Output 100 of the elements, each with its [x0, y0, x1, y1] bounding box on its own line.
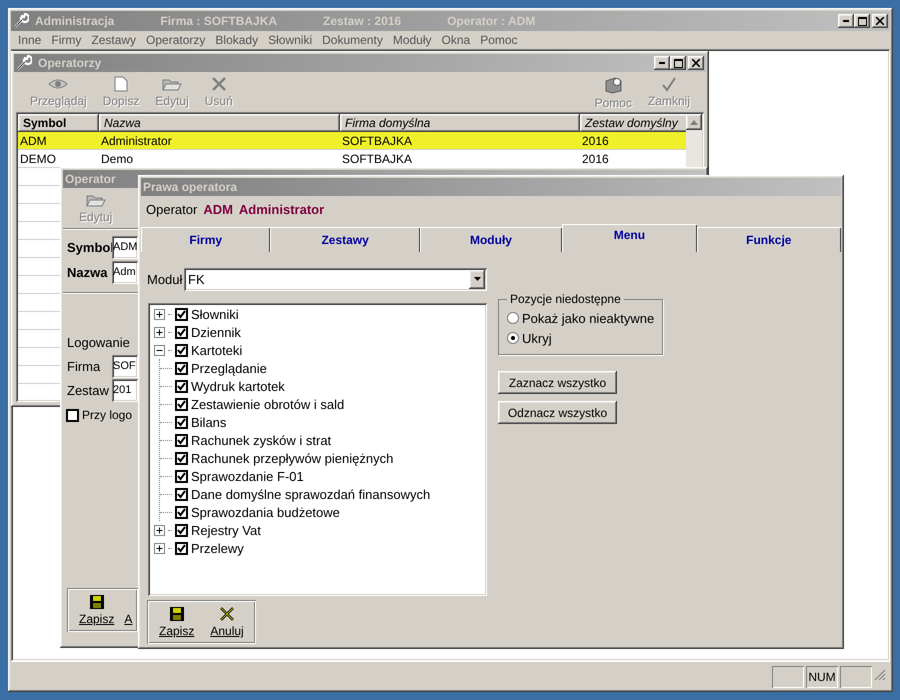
expand-toggle[interactable] [154, 326, 165, 338]
minimize-button[interactable] [654, 56, 670, 70]
tree-item-label[interactable]: Rejestry Vat [191, 522, 261, 538]
checkbox[interactable] [175, 308, 188, 320]
column-header[interactable]: Firma domyślna [340, 114, 580, 132]
dialog-button[interactable]: Zapisz [73, 592, 120, 628]
help-book-icon [603, 76, 624, 94]
close-icon [692, 59, 700, 67]
close-button[interactable] [688, 56, 704, 70]
section-heading: Logowanie [67, 334, 130, 350]
column-header[interactable]: Symbol [18, 114, 99, 132]
tab[interactable]: Zestawy [270, 227, 420, 252]
tree-item-label[interactable]: Wydruk kartotek [191, 378, 285, 394]
tree-item-label[interactable]: Rachunek zysków i strat [191, 432, 332, 448]
checkbox[interactable] [175, 488, 188, 500]
operator-symbol: ADM [203, 202, 233, 216]
checkbox[interactable] [175, 326, 188, 338]
tree-item-label[interactable]: Bilans [191, 414, 226, 430]
wrench-icon [16, 55, 32, 71]
window-title: Operator [65, 172, 116, 186]
table-cell-text: 2016 [581, 133, 610, 149]
action-button[interactable]: Odznacz wszystko [498, 401, 617, 424]
status-panel [840, 666, 872, 688]
checkbox[interactable] [175, 362, 188, 374]
menu-item[interactable]: Słowniki [263, 33, 318, 47]
tree-item-label[interactable]: Sprawozdanie F-01 [191, 468, 304, 484]
window-title: Administracja [35, 14, 114, 28]
checkbox[interactable] [175, 542, 188, 554]
menu-item[interactable]: Zestawy [86, 33, 142, 47]
window-title: Prawa operatora [143, 180, 238, 194]
tab[interactable]: Moduły [420, 227, 562, 252]
company-label: Firma : SOFTBAJKA [160, 14, 278, 28]
checkbox[interactable] [66, 408, 79, 422]
maximize-button[interactable] [854, 14, 870, 28]
dialog-button[interactable]: A [124, 592, 132, 628]
tree-item-label[interactable]: Słowniki [191, 306, 239, 322]
table-cell-text: DEMO [19, 151, 57, 167]
maximize-button[interactable] [670, 56, 686, 70]
radio-label: Ukryj [522, 330, 552, 346]
expand-toggle[interactable] [154, 524, 165, 536]
checkbox[interactable] [175, 470, 188, 482]
dialog-button[interactable]: Zapisz [153, 604, 200, 640]
checkbox[interactable] [175, 524, 188, 536]
checkbox[interactable] [175, 416, 188, 428]
minimize-icon [843, 20, 849, 22]
menu-item[interactable]: Inne [13, 33, 46, 47]
checkbox[interactable] [175, 452, 188, 464]
status-panel: NUM [806, 666, 838, 688]
expand-toggle[interactable] [154, 308, 165, 320]
expand-toggle[interactable] [154, 542, 165, 554]
window-title: Operatorzy [38, 56, 102, 70]
tree-item-label[interactable]: Dziennik [191, 324, 241, 340]
table-cell-text: SOFTBAJKA [341, 133, 414, 149]
menu-item[interactable]: Firmy [46, 33, 86, 47]
resize-grip-icon [874, 669, 886, 681]
collapse-toggle[interactable] [154, 344, 165, 356]
tab[interactable]: Menu [562, 224, 697, 252]
tree-item-label[interactable]: Przeglądanie [191, 360, 267, 376]
radio-button[interactable] [507, 312, 519, 324]
dialog-button[interactable]: Anuluj [204, 604, 250, 640]
scroll-up-button[interactable] [686, 114, 702, 130]
dropdown-arrow-icon [474, 277, 480, 281]
tree-item-label[interactable]: Zestawienie obrotów i sald [191, 396, 344, 412]
tree-item-label[interactable]: Kartoteki [191, 342, 242, 358]
action-button[interactable]: Zaznacz wszystko [498, 371, 617, 394]
tree-item-label[interactable]: Rachunek przepływów pieniężnych [191, 450, 394, 466]
close-button[interactable] [872, 14, 888, 28]
close-icon [876, 17, 884, 25]
checkbox[interactable] [175, 506, 188, 518]
checkbox[interactable] [175, 434, 188, 446]
column-header[interactable]: Zestaw domyślny [580, 114, 686, 132]
tree-item-label[interactable]: Przelewy [191, 540, 244, 556]
table-row[interactable]: ADM Administrator SOFTBAJKA 2016 [18, 132, 686, 150]
menu-item[interactable]: Blokady [210, 33, 264, 47]
menu-item[interactable]: Operatorzy [141, 33, 210, 47]
wrench-icon [13, 13, 29, 29]
checkbox[interactable] [175, 380, 188, 392]
tree-item-label[interactable]: Dane domyślne sprawozdań finansowych [191, 486, 430, 502]
cancel-icon [219, 606, 236, 622]
checkbox[interactable] [175, 344, 188, 356]
menu-item[interactable]: Okna [436, 33, 476, 47]
menu-item[interactable]: Dokumenty [317, 33, 388, 47]
operator-name: Administrator [238, 202, 324, 216]
tab[interactable]: Funkcje [696, 227, 841, 252]
maximize-icon [858, 16, 866, 26]
module-dropdown[interactable]: FK [184, 268, 487, 290]
checkbox[interactable] [175, 398, 188, 410]
field-label: Moduł [147, 272, 184, 286]
minimize-button[interactable] [838, 14, 854, 28]
radio-button[interactable] [507, 332, 519, 344]
menu-item[interactable]: Moduły [388, 33, 437, 47]
tab[interactable]: Firmy [141, 227, 270, 252]
field-label: Zestaw [67, 382, 110, 398]
menu-item[interactable]: Pomoc [475, 33, 523, 47]
minimize-icon [659, 62, 665, 64]
table-cell-text: Demo [100, 151, 134, 167]
column-header[interactable]: Nazwa [99, 114, 340, 132]
maximize-icon [674, 58, 682, 68]
tree-item-label[interactable]: Sprawozdania budżetowe [191, 504, 340, 520]
table-cell-text: ADM [19, 133, 48, 149]
